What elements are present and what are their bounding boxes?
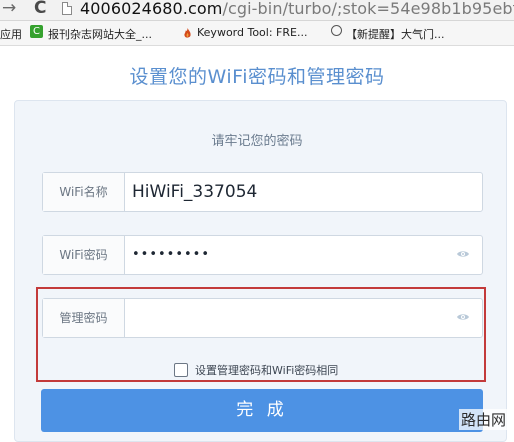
globe-icon	[331, 25, 342, 36]
wifi-name-field[interactable]: WiFi名称 HiWiFi_337054	[42, 172, 483, 212]
green-site-icon: C	[30, 25, 43, 38]
page-title: 设置您的WiFi密码和管理密码	[129, 66, 385, 88]
url-host: 4006024680.com	[80, 0, 223, 18]
url-field[interactable]: 4006024680.com/cgi-bin/turbo/;stok=54e98…	[80, 0, 514, 18]
same-password-label[interactable]: 设置管理密码和WiFi密码相同	[195, 362, 338, 378]
bookmark-keyword-tool[interactable]: Keyword Tool: FRE...	[197, 26, 307, 39]
flame-icon	[181, 25, 194, 38]
card-subtitle: 请牢记您的密码	[211, 134, 303, 149]
bookmarks-bar: 应用 C 报刊杂志网站大全_... Keyword Tool: FRE... 【…	[0, 21, 514, 46]
wifi-name-input[interactable]: HiWiFi_337054	[132, 173, 257, 211]
watermark: 路由网	[458, 409, 508, 430]
back-arrow-icon[interactable]: →	[2, 0, 16, 18]
finish-button[interactable]: 完 成	[41, 389, 483, 432]
address-bar: → C 4006024680.com/cgi-bin/turbo/;stok=5…	[0, 0, 514, 21]
url-path: /cgi-bin/turbo/;stok=54e98b1b95ebf02	[222, 0, 514, 18]
show-password-eye-icon[interactable]	[456, 249, 470, 259]
page-document-icon	[62, 2, 72, 15]
wifi-password-field[interactable]: WiFi密码 •••••••••	[42, 235, 483, 275]
wifi-password-label: WiFi密码	[43, 236, 125, 274]
wifi-password-input[interactable]: •••••••••	[132, 236, 210, 274]
bookmark-apps[interactable]: 应用	[0, 26, 22, 42]
reload-icon[interactable]: C	[34, 0, 46, 18]
bookmark-magazine-sites[interactable]: 报刊杂志网站大全_...	[48, 26, 152, 42]
bookmark-forum[interactable]: 【新提醒】大气门...	[346, 26, 445, 42]
wifi-name-label: WiFi名称	[43, 173, 125, 211]
same-password-checkbox[interactable]	[174, 363, 188, 377]
